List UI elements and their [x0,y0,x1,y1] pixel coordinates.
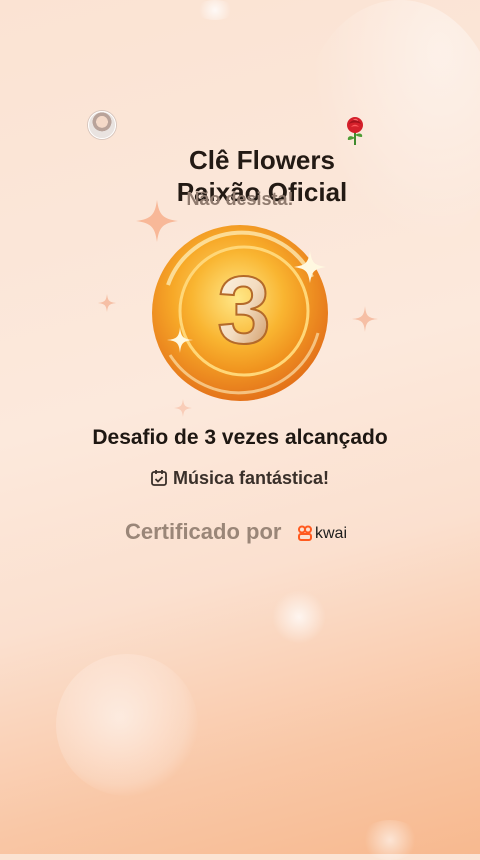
bokeh-circle [272,590,326,644]
kwai-brand-name: kwai [315,525,348,542]
sparkle-icon [352,306,378,332]
kwai-brand[interactable]: kwai [297,525,347,545]
user-avatar[interactable] [88,111,116,139]
rose-icon [347,117,363,145]
light-glow [195,0,235,20]
sparkle-icon [98,294,116,312]
certified-by: Certificado por [125,519,282,544]
bokeh-circle [360,820,420,860]
medal-badge: 3 [152,225,328,401]
header: Clê Flowers Paixão Oficial [0,108,480,207]
calendar-check-icon [151,470,167,486]
song-label-text: Música fantástica! [172,468,330,488]
medal-number: 3 [217,257,270,364]
achievement-text: Desafio de 3 vezes alcançado [92,426,388,449]
encouragement-text: Não desista! [186,189,294,209]
bokeh-circle [56,654,198,796]
kwai-logo-icon [298,525,312,541]
song-label: Música fantástica! [0,468,480,489]
